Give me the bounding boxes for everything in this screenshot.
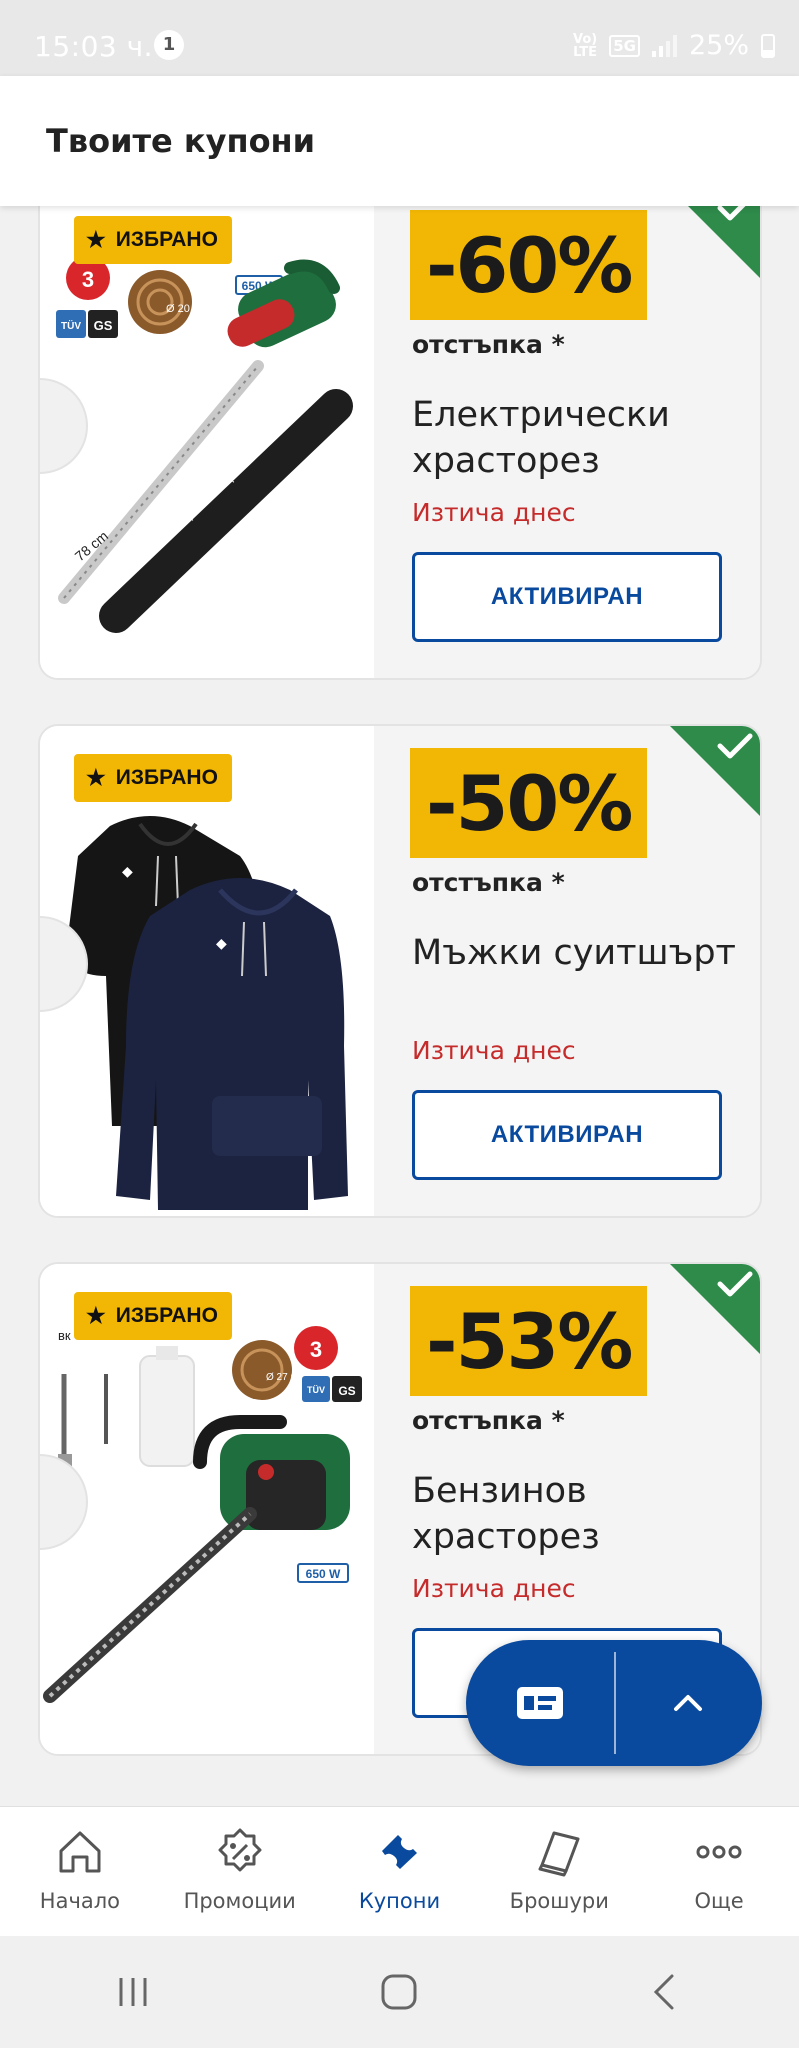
discount-badge: -53%	[410, 1286, 648, 1396]
star-icon: ★	[86, 765, 106, 790]
favorite-badge: ★ ИЗБРАНО	[74, 1292, 232, 1340]
recent-apps-icon[interactable]	[113, 1974, 153, 2010]
activated-check-icon	[670, 1264, 760, 1354]
star-icon: ★	[86, 1303, 106, 1328]
status-time: 15:03 ч.	[34, 30, 154, 63]
favorite-badge: ★ ИЗБРАНО	[74, 216, 232, 264]
discount-label: отстъпка *	[412, 1406, 565, 1435]
nav-item-promotions[interactable]: Промоции	[160, 1807, 320, 1936]
nav-label: Начало	[39, 1889, 120, 1913]
discount-badge: -50%	[410, 748, 648, 858]
notification-count-badge: 1	[154, 30, 184, 60]
system-navigation-bar	[0, 1936, 799, 2048]
coupon-card[interactable]: ◆ ◆ ★ ИЗБРАНО -50% отстъпка * Мъжки суит…	[38, 724, 762, 1218]
bottom-navigation: Начало Промоции Купони Брошури Още	[0, 1806, 799, 1936]
product-title: Бензинов храсторез	[412, 1471, 600, 1557]
svg-text:◆: ◆	[122, 863, 133, 879]
expiry-text: Изтича днес	[412, 1574, 576, 1603]
svg-text:GS: GS	[338, 1384, 355, 1398]
floating-action-bar	[466, 1640, 762, 1766]
coupon-card[interactable]: 3 TÜV GS Ø 20 mm 650 W вкл. защитен калъ…	[38, 206, 762, 680]
nav-label: Купони	[358, 1889, 441, 1913]
svg-text:вк: вк	[58, 1328, 71, 1343]
nav-label: Брошури	[509, 1889, 609, 1913]
svg-text:3: 3	[310, 1337, 322, 1362]
activated-button[interactable]: АКТИВИРАН	[412, 1090, 722, 1180]
svg-text:◆: ◆	[216, 935, 227, 951]
more-icon	[696, 1845, 742, 1859]
signal-icon	[651, 34, 677, 57]
nav-item-more[interactable]: Още	[639, 1807, 799, 1936]
card-icon	[517, 1687, 563, 1719]
svg-text:3: 3	[82, 267, 94, 292]
product-image: 3 TÜV GS Ø 20 mm 650 W вкл. защитен калъ…	[40, 206, 374, 678]
chevron-up-icon	[674, 1695, 702, 1711]
discount-label: отстъпка *	[412, 868, 565, 897]
svg-text:650 W: 650 W	[306, 1567, 341, 1581]
product-title: Електрически храсторез	[412, 395, 670, 481]
coupon-list[interactable]: 3 TÜV GS Ø 20 mm 650 W вкл. защитен калъ…	[0, 206, 799, 1806]
product-image: вк Ø 27 mm 3 TÜV GS 650 W ★ ИЗБРАНО	[40, 1264, 374, 1754]
page-title: Твоите купони	[46, 122, 316, 160]
ticket-icon	[382, 1835, 418, 1869]
percent-badge-icon	[218, 1828, 262, 1872]
product-title: Мъжки суитшърт	[412, 933, 736, 973]
home-button-icon[interactable]	[379, 1972, 419, 2012]
star-icon: ★	[86, 227, 106, 252]
svg-text:TÜV: TÜV	[307, 1385, 325, 1395]
activated-check-icon	[670, 726, 760, 816]
svg-text:Ø 27 mm: Ø 27 mm	[266, 1372, 307, 1383]
activated-button[interactable]: АКТИВИРАН	[412, 552, 722, 642]
nav-label: Промоции	[183, 1889, 296, 1913]
discount-badge: -60%	[410, 210, 648, 320]
product-image: ◆ ◆ ★ ИЗБРАНО	[40, 726, 374, 1216]
home-icon	[59, 1831, 101, 1873]
nav-label: Още	[694, 1889, 744, 1913]
activated-check-icon	[688, 206, 760, 278]
favorite-badge: ★ ИЗБРАНО	[74, 754, 232, 802]
brochure-icon	[538, 1831, 580, 1877]
expiry-text: Изтича днес	[412, 498, 576, 527]
battery-percent: 25%	[688, 30, 749, 61]
svg-text:GS: GS	[94, 318, 113, 333]
volte-indicator: Vo) LTE	[573, 31, 598, 60]
battery-icon	[761, 33, 775, 58]
status-bar: 15:03 ч. 1 Vo) LTE 5G 25%	[0, 0, 799, 76]
nav-item-home[interactable]: Начало	[0, 1807, 160, 1936]
back-icon[interactable]	[646, 1972, 686, 2012]
nav-item-brochures[interactable]: Брошури	[479, 1807, 639, 1936]
discount-label: отстъпка *	[412, 330, 565, 359]
loyalty-card-button[interactable]	[466, 1640, 614, 1766]
svg-text:Ø 20 mm: Ø 20 mm	[166, 303, 211, 315]
data-type-indicator: 5G	[609, 34, 640, 57]
scroll-to-top-button[interactable]	[614, 1640, 762, 1766]
nav-item-coupons[interactable]: Купони	[320, 1807, 480, 1936]
electric-hedge-trimmer-image: 3 TÜV GS Ø 20 mm 650 W вкл. защитен калъ…	[56, 256, 353, 633]
app-bar: Твоите купони	[0, 76, 799, 206]
expiry-text: Изтича днес	[412, 1036, 576, 1065]
svg-text:TÜV: TÜV	[61, 319, 81, 332]
